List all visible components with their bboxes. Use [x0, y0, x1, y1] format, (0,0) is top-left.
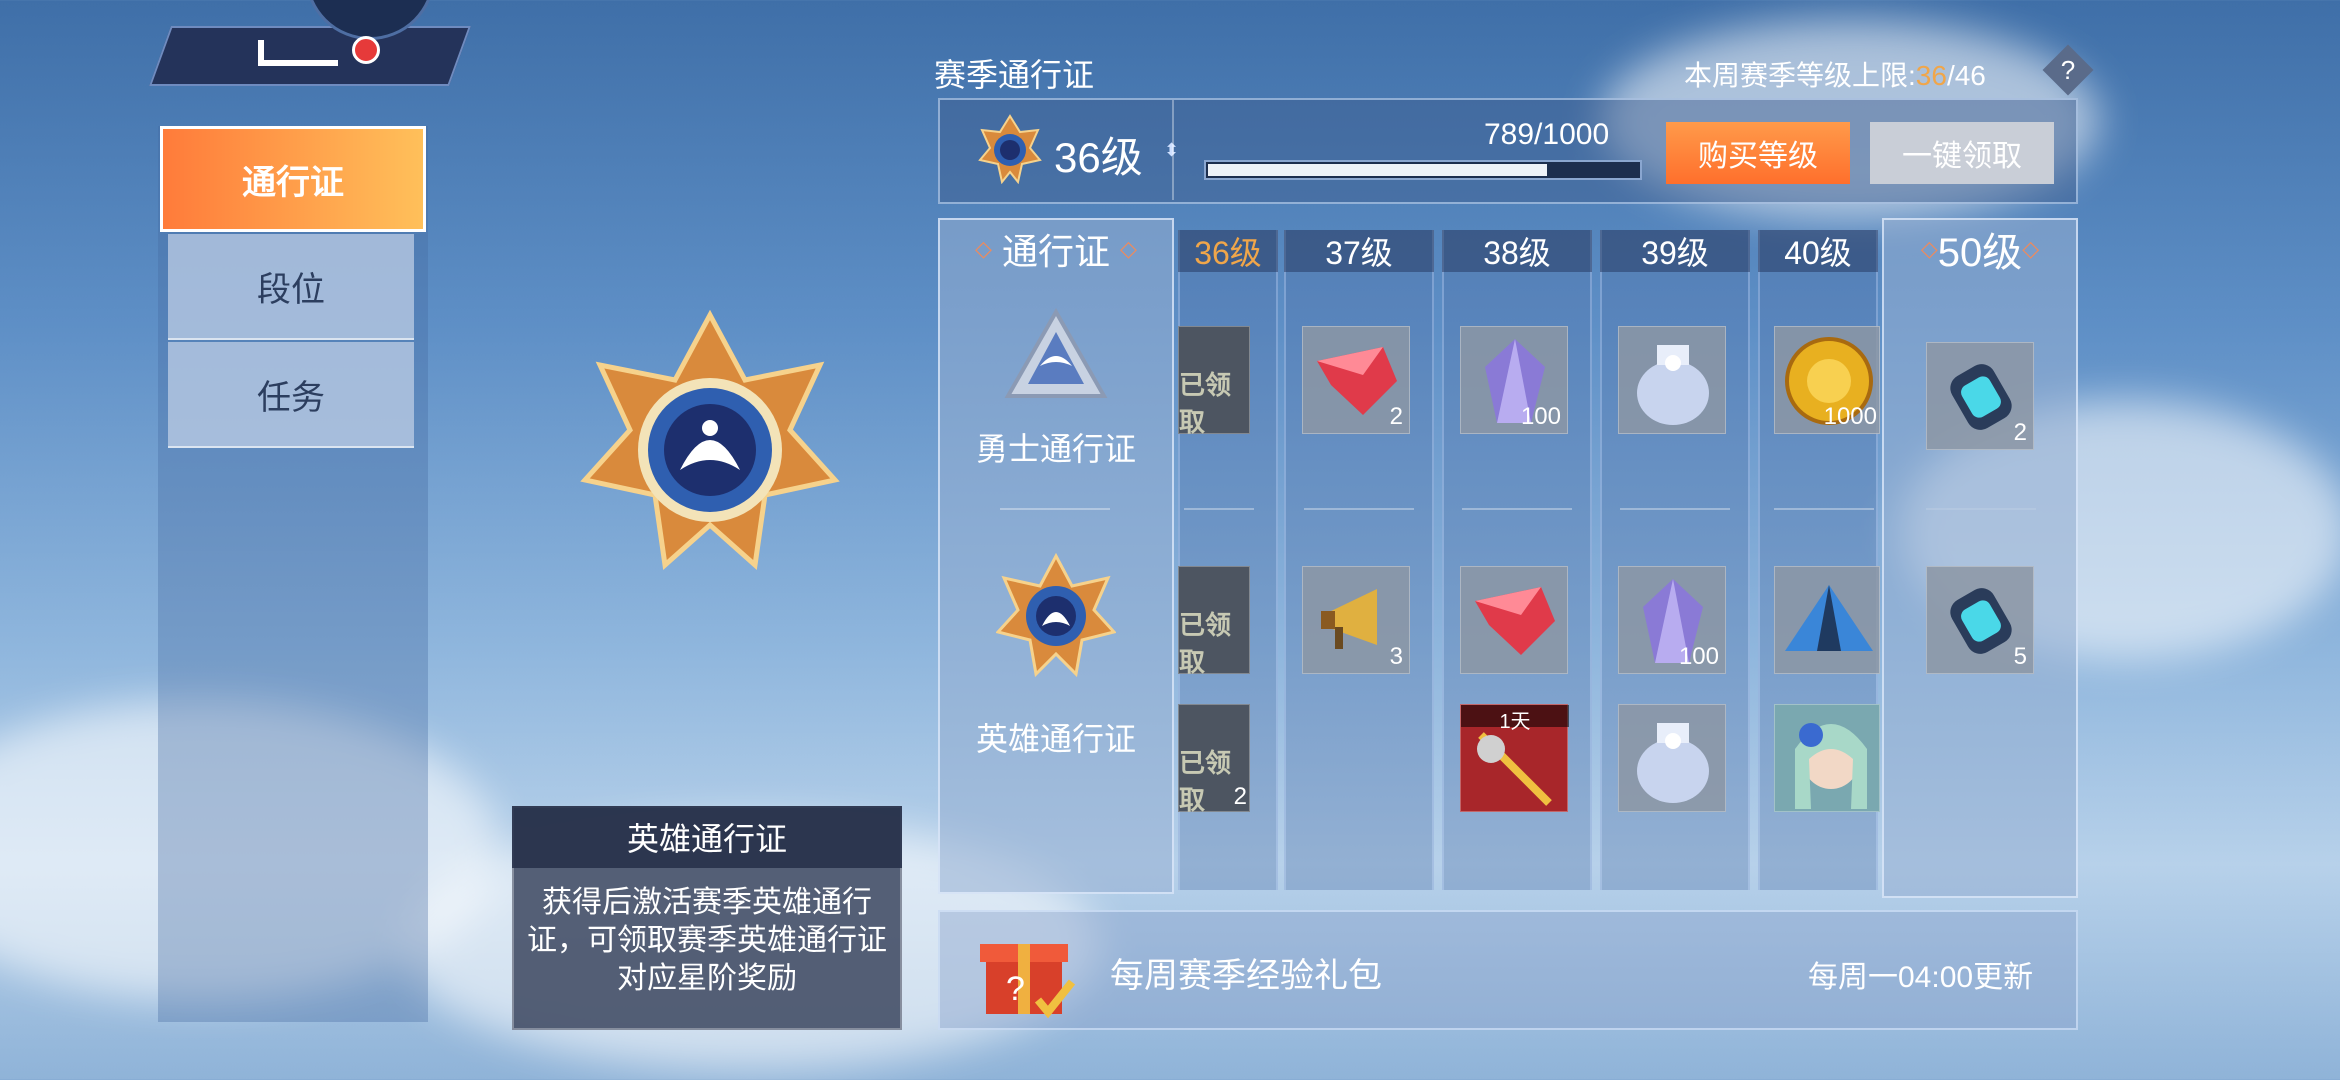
tab-tasks[interactable]: 任务 — [168, 342, 414, 448]
tooltip-description: 获得后激活赛季英雄通行证，可领取赛季英雄通行证对应星阶奖励 — [527, 886, 887, 995]
gift-bag-icon — [1637, 723, 1709, 803]
level-badge-icon — [978, 114, 1042, 184]
capsule-icon — [1950, 588, 2012, 654]
hero-pass-icon — [996, 552, 1116, 678]
pass-column-title: 通行证 — [1001, 231, 1110, 272]
tab-rank[interactable]: 段位 — [168, 234, 414, 340]
gift-bag-icon — [1637, 345, 1709, 425]
horn-icon — [1321, 589, 1377, 649]
level-50-header: ◇ 50级 ◇ — [1882, 226, 2078, 275]
claimed-label: 已领取 — [1179, 610, 1232, 677]
gift-box-icon: ? — [980, 944, 1076, 1019]
level-header: 38级 — [1442, 230, 1592, 272]
weekly-cap-max: /46 — [1946, 60, 1986, 91]
reward-item-gift-bag[interactable] — [1618, 704, 1726, 812]
hero-pass-badge-icon — [580, 310, 840, 570]
divider — [1774, 508, 1874, 510]
reward-item-claimed[interactable]: 已领取 — [1178, 326, 1250, 437]
level-header: 37级 — [1284, 230, 1434, 272]
reward-item-weapon-skin[interactable]: 1天 — [1460, 704, 1569, 812]
weekly-cap: 本周赛季等级上限:36/46 — [1684, 54, 1986, 94]
notification-dot-icon — [352, 36, 380, 64]
current-level: 36级 — [1054, 134, 1143, 181]
item-quantity: 100 — [1520, 403, 1561, 430]
reward-item-capsule[interactable]: 2 — [1926, 342, 2034, 450]
reward-item-gift-bag[interactable] — [1618, 326, 1726, 434]
reward-item-gold-coin[interactable]: 1000 — [1774, 326, 1880, 434]
tab-rank-label: 段位 — [257, 270, 325, 309]
level-50-column — [1882, 218, 2078, 898]
back-arrow-icon[interactable] — [258, 40, 338, 66]
help-icon[interactable]: ? — [2050, 52, 2086, 88]
reward-item-tent[interactable] — [1774, 566, 1880, 674]
level-header: 40级 — [1758, 230, 1878, 272]
warrior-pass-icon — [1004, 308, 1108, 398]
reward-item-red-gem[interactable] — [1460, 566, 1568, 674]
reward-item-horn[interactable]: 3 — [1302, 566, 1410, 674]
reward-item-claimed[interactable]: 已领取 2 — [1178, 704, 1250, 815]
weekly-cap-current: 36 — [1915, 60, 1947, 91]
weekly-gift-label: 每周赛季经验礼包 — [1110, 957, 1382, 995]
item-quantity: 100 — [1678, 643, 1719, 670]
svg-text:?: ? — [1006, 970, 1025, 1008]
item-quantity: 2 — [1233, 783, 1247, 810]
divider — [1462, 508, 1572, 510]
item-quantity: 2 — [2013, 419, 2027, 446]
tent-icon — [1785, 585, 1873, 651]
item-quantity: 3 — [1389, 643, 1403, 670]
reward-item-purple-crystal[interactable]: 100 — [1460, 326, 1568, 434]
divider — [1172, 100, 1174, 200]
tab-pass[interactable]: 通行证 — [160, 126, 426, 232]
weapon-skin-icon — [1477, 732, 1552, 806]
level-header: 39级 — [1600, 230, 1750, 272]
duration-tag: 1天 — [1461, 705, 1569, 733]
level-header: 36级 — [1178, 230, 1278, 272]
weekly-cap-label: 本周赛季等级上限: — [1684, 60, 1916, 91]
item-quantity: 5 — [2013, 643, 2027, 670]
item-quantity: 2 — [1389, 403, 1403, 430]
xp-value: 789/1000 — [1484, 118, 1610, 151]
hero-pass-label: 英雄通行证 — [975, 721, 1136, 757]
claimed-label: 已领取 — [1179, 370, 1232, 437]
tooltip-title: 英雄通行证 — [512, 806, 902, 868]
tab-pass-label: 通行证 — [242, 163, 344, 202]
level-50-label: 50级 — [1937, 231, 2023, 275]
character-portrait-icon — [1795, 723, 1867, 809]
reward-item-capsule[interactable]: 5 — [1926, 566, 2034, 674]
page-title: 赛季通行证 — [934, 57, 1095, 93]
buy-level-button[interactable]: 购买等级 — [1666, 122, 1850, 184]
pass-column-header: ◇ 通行证 ◇ — [938, 226, 1174, 272]
warrior-pass-label: 勇士通行证 — [975, 431, 1136, 467]
reward-item-purple-crystal[interactable]: 100 — [1618, 566, 1726, 674]
divider — [1184, 508, 1254, 510]
capsule-icon — [1950, 364, 2012, 430]
item-quantity: 1000 — [1823, 403, 1877, 430]
reward-item-claimed[interactable]: 已领取 — [1178, 566, 1250, 677]
weekly-reset-time: 每周一04:00更新 — [1808, 961, 2034, 994]
tab-tasks-label: 任务 — [257, 378, 325, 417]
divider — [1304, 508, 1414, 510]
xp-progress-fill — [1208, 164, 1547, 176]
divider — [1000, 508, 1110, 510]
divider — [1620, 508, 1730, 510]
claim-all-button[interactable]: 一键领取 — [1870, 122, 2054, 184]
reward-item-red-gem[interactable]: 2 — [1302, 326, 1410, 434]
red-gem-icon — [1475, 587, 1555, 655]
reward-item-character[interactable] — [1774, 704, 1880, 812]
red-gem-icon — [1317, 347, 1397, 415]
